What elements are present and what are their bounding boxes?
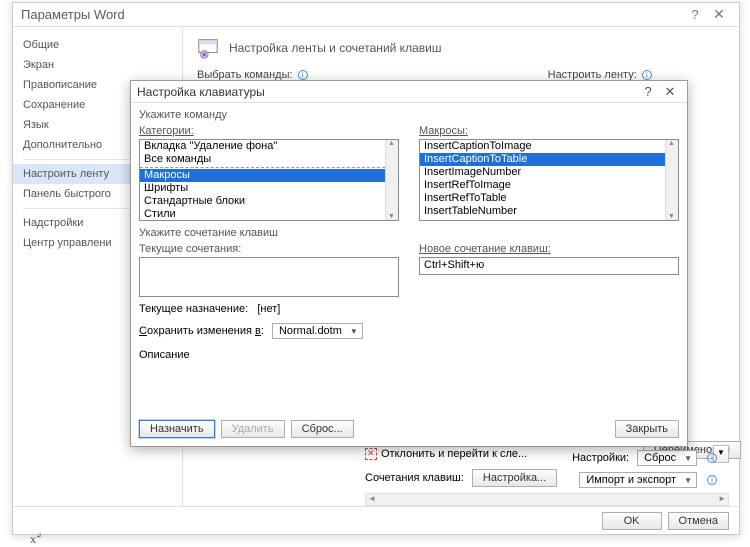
ok-button[interactable]: OK <box>602 512 662 530</box>
specify-command-label: Укажите команду <box>139 109 679 121</box>
customize-keyboard-dialog: Настройка клавиатуры ? ✕ Укажите команду… <box>130 80 688 447</box>
chevron-down-icon: ▼ <box>684 476 692 485</box>
current-assignment-label: Текущее назначение: <box>139 303 248 315</box>
list-item[interactable]: Шрифты <box>140 182 385 195</box>
help-icon[interactable]: ? <box>637 84 659 99</box>
list-item[interactable]: InsertCaptionToTable <box>420 153 665 166</box>
list-item[interactable]: InsertTableNumber <box>420 205 665 218</box>
list-item[interactable]: Все команды <box>140 153 385 168</box>
list-item[interactable]: Стили <box>140 208 385 221</box>
macros-listbox[interactable]: InsertCaptionToImage InsertCaptionToTabl… <box>419 139 679 221</box>
cursor-indicator: x↲ <box>30 532 42 547</box>
cancel-button[interactable]: Отмена <box>668 512 729 530</box>
chevron-down-icon: ▼ <box>350 327 358 336</box>
list-item[interactable]: InsertRefToImage <box>420 179 665 192</box>
close-icon[interactable]: ✕ <box>659 84 681 100</box>
customize-shortcuts-button[interactable]: Настройка... <box>472 469 557 487</box>
main-titlebar: Параметры Word ? ✕ <box>13 3 739 27</box>
sidebar-item-general[interactable]: Общие <box>13 35 182 55</box>
info-icon[interactable]: i <box>707 475 717 485</box>
current-shortcuts-label: Текущие сочетания: <box>139 243 399 255</box>
chevron-down-icon: ▼ <box>684 454 692 463</box>
help-icon[interactable]: ? <box>683 7 707 22</box>
reject-icon <box>365 448 377 460</box>
list-item[interactable]: Вкладка "Удаление фона" <box>140 140 385 153</box>
description-label: Описание <box>139 349 679 361</box>
info-icon[interactable]: i <box>298 70 308 80</box>
specify-shortcut-label: Укажите сочетание клавиш <box>139 227 679 239</box>
modal-titlebar: Настройка клавиатуры ? ✕ <box>131 81 687 103</box>
categories-listbox[interactable]: Вкладка "Удаление фона" Все команды Макр… <box>139 139 399 221</box>
vertical-scrollbar[interactable] <box>665 140 678 220</box>
info-icon[interactable]: i <box>707 453 717 463</box>
new-shortcut-input[interactable]: Ctrl+Shift+ю <box>419 257 679 275</box>
current-shortcuts-listbox[interactable] <box>139 257 399 297</box>
vertical-scrollbar[interactable] <box>385 140 398 220</box>
modal-footer: Назначить Удалить Сброс... Закрыть <box>139 420 679 438</box>
import-export-combo[interactable]: Импорт и экспорт ▼ <box>579 472 697 488</box>
shortcuts-label: Сочетания клавиш: <box>365 472 464 484</box>
info-icon[interactable]: i <box>642 70 652 80</box>
modal-title: Настройка клавиатуры <box>137 85 637 99</box>
list-item[interactable]: Макросы <box>140 169 385 182</box>
customize-ribbon-icon <box>197 37 219 59</box>
horizontal-scrollbar[interactable] <box>365 493 729 506</box>
close-button[interactable]: Закрыть <box>615 420 679 438</box>
main-window-title: Параметры Word <box>21 7 683 22</box>
assign-button[interactable]: Назначить <box>139 420 215 438</box>
sidebar-item-display[interactable]: Экран <box>13 55 182 75</box>
list-item[interactable]: InsertCaptionToImage <box>420 140 665 153</box>
list-item[interactable]: InsertRefToTable <box>420 192 665 205</box>
save-changes-combo[interactable]: Normal.dotm ▼ <box>272 323 363 339</box>
current-assignment-value: [нет] <box>257 303 280 315</box>
macros-label: Макросы: <box>419 125 679 137</box>
main-footer: OK Отмена <box>13 506 739 534</box>
reset-combo[interactable]: Сброс ▼ <box>637 450 697 466</box>
list-item[interactable]: Стандартные блоки <box>140 195 385 208</box>
reset-button[interactable]: Сброс... <box>291 420 354 438</box>
new-shortcut-label: Новое сочетание клавиш: <box>419 243 679 255</box>
list-item[interactable]: InsertImageNumber <box>420 166 665 179</box>
delete-button[interactable]: Удалить <box>221 420 285 438</box>
close-icon[interactable]: ✕ <box>707 6 731 23</box>
save-changes-label: Сохранить изменения в: <box>139 325 264 337</box>
categories-label: Категории: <box>139 125 399 137</box>
content-title: Настройка ленты и сочетаний клавиш <box>229 41 441 55</box>
settings-label: Настройки: <box>572 452 629 464</box>
